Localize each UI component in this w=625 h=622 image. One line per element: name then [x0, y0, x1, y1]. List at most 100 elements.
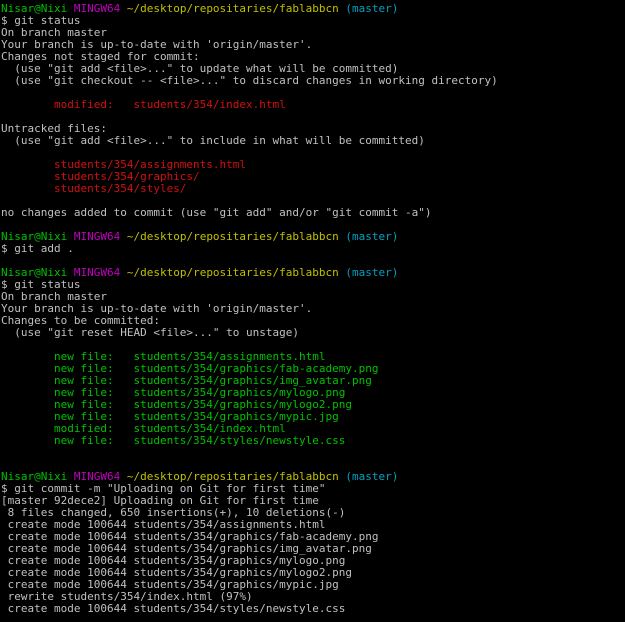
terminal-line-command: $ git commit -m "Uploading on Git for fi… — [1, 483, 625, 495]
terminal-line-output: new file: students/354/graphics/mypic.jp… — [1, 411, 625, 423]
terminal-line-output: create mode 100644 students/354/styles/n… — [1, 603, 625, 615]
terminal-line-command: $ git status — [1, 279, 625, 291]
output-text: no changes added to commit (use "git add… — [1, 207, 432, 219]
prompt-path: ~/desktop/repositaries/fablabbcn — [126, 3, 346, 15]
terminal-line-output: new file: students/354/graphics/fab-acad… — [1, 363, 625, 375]
terminal-line-output: students/354/styles/ — [1, 183, 625, 195]
output-text: (use "git add <file>..." to include in w… — [1, 135, 425, 147]
output-text: create mode 100644 students/354/graphics… — [1, 579, 339, 591]
output-text: modified: students/354/index.html — [1, 99, 286, 111]
output-text: Untracked files: — [1, 123, 107, 135]
output-text: create mode 100644 students/354/graphics… — [1, 543, 372, 555]
terminal-line-output: (use "git checkout -- <file>..." to disc… — [1, 75, 625, 87]
terminal-line-output: create mode 100644 students/354/assignme… — [1, 519, 625, 531]
prompt-path: ~/desktop/repositaries/fablabbcn — [126, 267, 346, 279]
terminal-line-output: Your branch is up-to-date with 'origin/m… — [1, 303, 625, 315]
output-text: students/354/styles/ — [1, 183, 187, 195]
prompt-mingw-label: MINGW64 — [73, 471, 127, 483]
terminal-line-output: create mode 100644 students/354/graphics… — [1, 543, 625, 555]
terminal-line-output: new file: students/354/graphics/img_avat… — [1, 375, 625, 387]
terminal-line-output: Untracked files: — [1, 123, 625, 135]
output-text: Changes not staged for commit: — [1, 51, 200, 63]
output-text: new file: students/354/graphics/mylogo.p… — [1, 387, 346, 399]
terminal-line-output: On branch master — [1, 27, 625, 39]
output-text: modified: students/354/index.html — [1, 423, 286, 435]
terminal-line-output: (use "git reset HEAD <file>..." to unsta… — [1, 327, 625, 339]
terminal-line-output: rewrite students/354/index.html (97%) — [1, 591, 625, 603]
output-text: Your branch is up-to-date with 'origin/m… — [1, 39, 313, 51]
output-text: (use "git reset HEAD <file>..." to unsta… — [1, 327, 300, 339]
output-text: On branch master — [1, 291, 107, 303]
output-text: Changes to be committed: — [1, 315, 160, 327]
output-text: [master 92dece2] Uploading on Git for fi… — [1, 495, 319, 507]
terminal-window[interactable]: Nisar@Nixi MINGW64 ~/desktop/repositarie… — [0, 0, 625, 622]
prompt-mingw-label: MINGW64 — [73, 3, 127, 15]
command-text: $ git status — [1, 15, 81, 27]
terminal-line-output: new file: students/354/graphics/mylogo.p… — [1, 387, 625, 399]
output-text: new file: students/354/styles/newstyle.c… — [1, 435, 346, 447]
command-text: $ git status — [1, 279, 81, 291]
terminal-line-output: create mode 100644 students/354/graphics… — [1, 555, 625, 567]
output-text: new file: students/354/graphics/mypic.jp… — [1, 411, 339, 423]
output-text: create mode 100644 students/354/graphics… — [1, 555, 346, 567]
output-text: new file: students/354/assignments.html — [1, 351, 326, 363]
output-text: create mode 100644 students/354/graphics… — [1, 567, 352, 579]
terminal-line-command: $ git add . — [1, 243, 625, 255]
prompt-path: ~/desktop/repositaries/fablabbcn — [126, 231, 346, 243]
prompt-mingw-label: MINGW64 — [73, 267, 127, 279]
terminal-line-output: create mode 100644 students/354/graphics… — [1, 579, 625, 591]
terminal-line-output: modified: students/354/index.html — [1, 99, 625, 111]
terminal-line-output: (use "git add <file>..." to include in w… — [1, 135, 625, 147]
command-text: $ git commit -m "Uploading on Git for fi… — [1, 483, 326, 495]
terminal-line-output: new file: students/354/graphics/mylogo2.… — [1, 399, 625, 411]
terminal-line-command: $ git status — [1, 15, 625, 27]
prompt-user-host: Nisar@Nixi — [1, 3, 74, 15]
output-text: On branch master — [1, 27, 107, 39]
output-text: (use "git add <file>..." to update what … — [1, 63, 399, 75]
prompt-user-host: Nisar@Nixi — [1, 267, 74, 279]
output-text: students/354/assignments.html — [1, 159, 247, 171]
terminal-line-output: new file: students/354/styles/newstyle.c… — [1, 435, 625, 447]
terminal-line-output: 8 files changed, 650 insertions(+), 10 d… — [1, 507, 625, 519]
terminal-line-output: new file: students/354/assignments.html — [1, 351, 625, 363]
terminal-line-output: students/354/assignments.html — [1, 159, 625, 171]
terminal-line-output: On branch master — [1, 291, 625, 303]
output-text: create mode 100644 students/354/graphics… — [1, 531, 379, 543]
output-text: 8 files changed, 650 insertions(+), 10 d… — [1, 507, 346, 519]
output-text: new file: students/354/graphics/img_avat… — [1, 375, 372, 387]
output-text: (use "git checkout -- <file>..." to disc… — [1, 75, 498, 87]
terminal-line-prompt: Nisar@Nixi MINGW64 ~/desktop/repositarie… — [1, 231, 625, 243]
output-text: new file: students/354/graphics/mylogo2.… — [1, 399, 352, 411]
prompt-path: ~/desktop/repositaries/fablabbcn — [126, 471, 346, 483]
output-text: create mode 100644 students/354/styles/n… — [1, 603, 346, 615]
prompt-branch: (master) — [345, 3, 399, 15]
terminal-line-output: (use "git add <file>..." to update what … — [1, 63, 625, 75]
terminal-line-output: Changes to be committed: — [1, 315, 625, 327]
output-text: create mode 100644 students/354/assignme… — [1, 519, 326, 531]
terminal-line-prompt: Nisar@Nixi MINGW64 ~/desktop/repositarie… — [1, 267, 625, 279]
output-text: rewrite students/354/index.html (97%) — [1, 591, 253, 603]
terminal-line-output: Your branch is up-to-date with 'origin/m… — [1, 39, 625, 51]
command-text: $ git add . — [1, 243, 74, 255]
terminal-line-prompt: Nisar@Nixi MINGW64 ~/desktop/repositarie… — [1, 3, 625, 15]
terminal-line-output: modified: students/354/index.html — [1, 423, 625, 435]
terminal-line-output: create mode 100644 students/354/graphics… — [1, 531, 625, 543]
output-text: new file: students/354/graphics/fab-acad… — [1, 363, 379, 375]
prompt-user-host: Nisar@Nixi — [1, 231, 74, 243]
prompt-branch: (master) — [345, 267, 399, 279]
output-text: Your branch is up-to-date with 'origin/m… — [1, 303, 313, 315]
prompt-user-host: Nisar@Nixi — [1, 471, 74, 483]
terminal-line-output: no changes added to commit (use "git add… — [1, 207, 625, 219]
prompt-branch: (master) — [345, 231, 399, 243]
prompt-branch: (master) — [345, 471, 399, 483]
terminal-line-output: create mode 100644 students/354/graphics… — [1, 567, 625, 579]
terminal-line-output: [master 92dece2] Uploading on Git for fi… — [1, 495, 625, 507]
